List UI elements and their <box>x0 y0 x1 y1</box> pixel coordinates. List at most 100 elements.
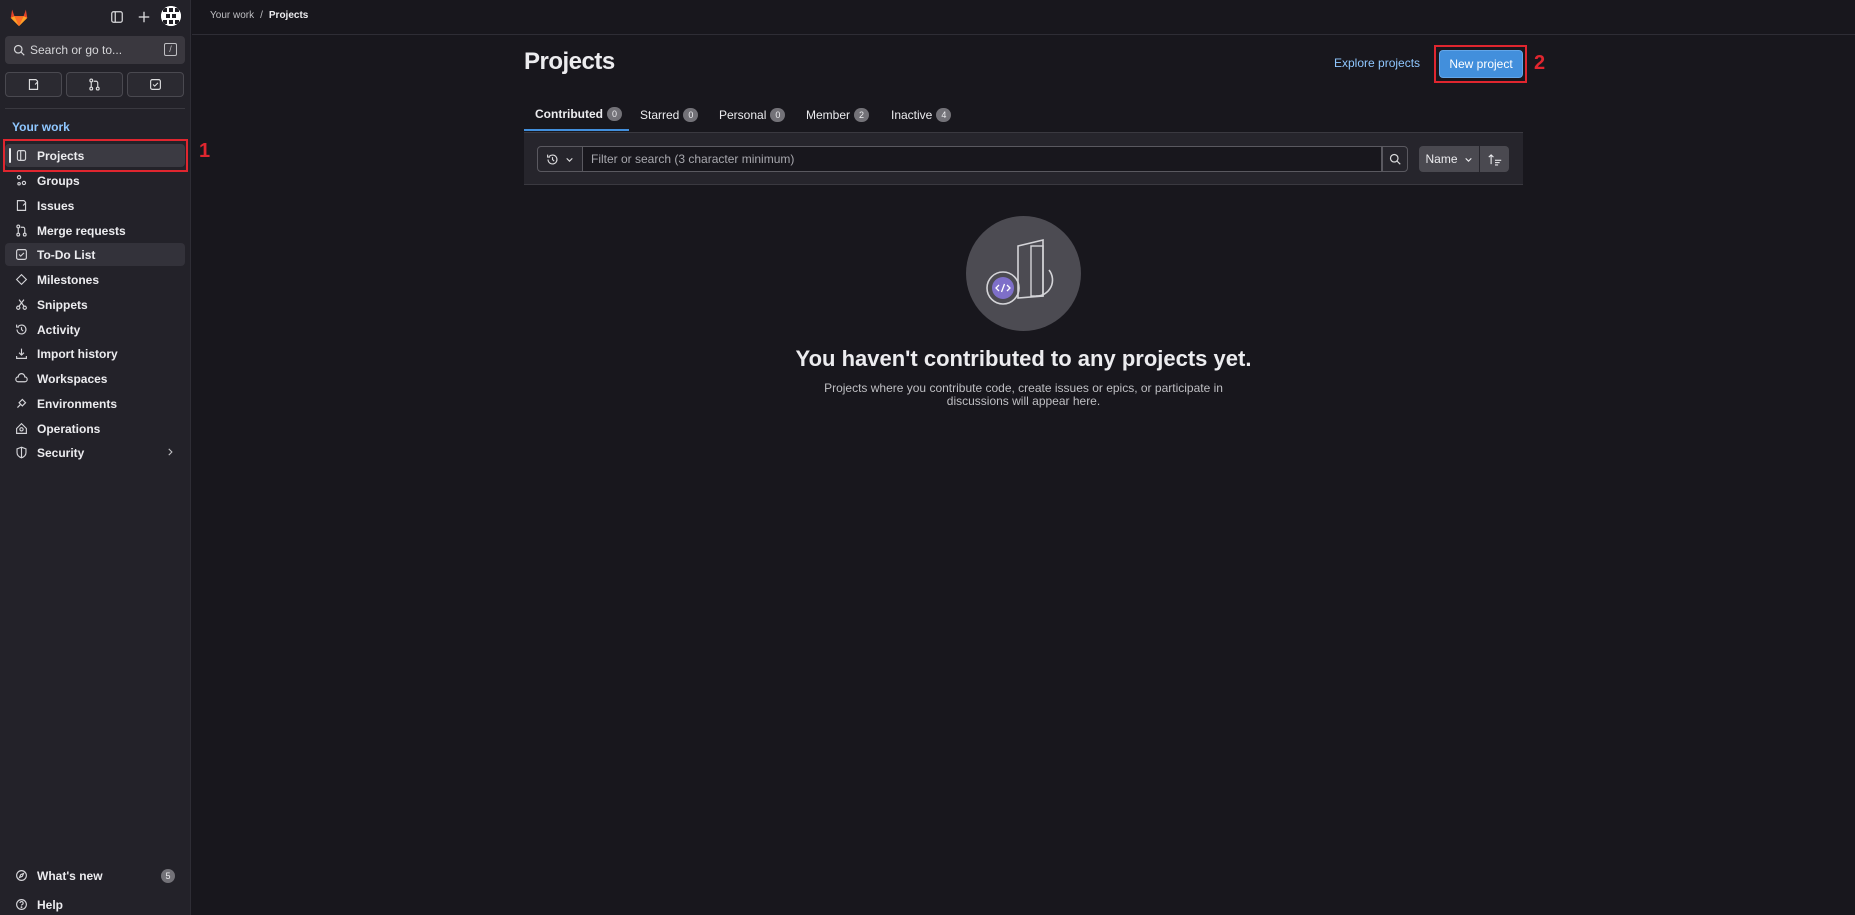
breadcrumb-projects[interactable]: Projects <box>269 10 308 21</box>
question-icon <box>13 897 29 913</box>
tab-count: 2 <box>854 107 870 122</box>
group-icon <box>13 173 29 189</box>
sidebar-item-label: Environments <box>37 396 118 411</box>
explore-projects-link[interactable]: Explore projects <box>1334 56 1420 70</box>
sidebar-item-groups[interactable]: Groups <box>5 169 185 192</box>
sidebar-item-label: To-Do List <box>37 247 96 262</box>
sidebar-top <box>0 0 191 34</box>
tab-contributed[interactable]: Contributed 0 <box>524 98 629 131</box>
breadcrumb: Your work / Projects <box>210 10 308 21</box>
sidebar-item-activity[interactable]: Activity <box>5 318 185 341</box>
merge-request-icon <box>89 78 100 91</box>
gitlab-logo[interactable] <box>8 6 30 28</box>
sidebar-toggle-icon[interactable] <box>107 7 127 27</box>
assigned-issues-button[interactable] <box>5 72 62 97</box>
annotation-number-2: 2 <box>1534 52 1546 74</box>
tab-count: 4 <box>936 107 952 122</box>
sidebar-item-operations[interactable]: Operations <box>5 417 185 440</box>
filter-bar: Filter or search (3 character minimum) N… <box>524 132 1523 185</box>
tab-inactive[interactable]: Inactive 4 <box>891 98 952 131</box>
merge-request-icon <box>13 223 29 239</box>
sidebar-item-label: Groups <box>37 173 80 188</box>
sidebar-item-environments[interactable]: Environments <box>5 392 185 415</box>
sort-direction-button[interactable] <box>1480 146 1509 172</box>
import-icon <box>13 346 29 362</box>
sidebar-item-todo-list[interactable]: To-Do List <box>5 243 185 266</box>
sidebar-item-label: Import history <box>37 346 118 361</box>
filter-search-input[interactable]: Filter or search (3 character minimum) <box>583 146 1382 172</box>
search-placeholder: Search or go to... <box>30 43 123 57</box>
compass-icon <box>13 868 29 884</box>
search-shortcut-key: / <box>164 43 177 56</box>
project-tabs: Contributed 0 Starred 0 Personal 0 Membe… <box>524 98 1523 131</box>
header-divider <box>192 34 1855 35</box>
whats-new-button[interactable]: What's new 5 <box>5 864 185 887</box>
tab-label: Starred <box>640 107 680 122</box>
help-label: Help <box>37 897 64 912</box>
tab-label: Contributed <box>535 106 603 121</box>
workspace-icon <box>13 371 29 387</box>
sort-ascending-icon <box>1487 153 1501 165</box>
todo-button[interactable] <box>127 72 184 97</box>
annotation-number-1: 1 <box>199 140 211 162</box>
sidebar-item-issues[interactable]: Issues <box>5 194 185 217</box>
todo-icon <box>13 247 29 263</box>
history-icon <box>547 153 558 165</box>
sidebar-item-snippets[interactable]: Snippets <box>5 293 185 316</box>
chevron-right-icon <box>165 446 175 460</box>
sidebar-divider <box>5 108 185 109</box>
tab-count: 0 <box>683 107 699 122</box>
sidebar-item-merge-requests[interactable]: Merge requests <box>5 219 185 242</box>
search-icon <box>13 44 25 56</box>
sidebar-item-label: Issues <box>37 198 75 213</box>
sidebar-item-security[interactable]: Security <box>5 441 185 464</box>
recent-searches-button[interactable] <box>537 146 583 172</box>
sidebar-item-label: Workspaces <box>37 371 108 386</box>
breadcrumb-your-work[interactable]: Your work <box>210 10 254 21</box>
sidebar-item-import-history[interactable]: Import history <box>5 342 185 365</box>
sidebar-item-milestones[interactable]: Milestones <box>5 268 185 291</box>
todo-icon <box>150 79 161 90</box>
milestone-icon <box>13 272 29 288</box>
whats-new-count: 5 <box>161 869 175 883</box>
search-button[interactable] <box>1382 146 1408 172</box>
sort-label: Name <box>1425 152 1458 166</box>
sidebar: Search or go to... / Your work Projects … <box>0 0 191 915</box>
shield-icon <box>13 445 29 461</box>
sidebar-item-workspaces[interactable]: Workspaces <box>5 367 185 390</box>
breadcrumb-separator: / <box>260 10 263 21</box>
issues-icon <box>13 198 29 214</box>
empty-state-title: You haven't contributed to any projects … <box>795 346 1252 371</box>
help-button[interactable]: Help <box>5 893 185 915</box>
sidebar-item-label: Milestones <box>37 272 100 287</box>
whats-new-label: What's new <box>37 868 103 883</box>
tab-label: Personal <box>719 107 767 122</box>
search-input[interactable]: Search or go to... / <box>5 36 185 64</box>
chevron-down-icon <box>566 157 573 162</box>
tab-starred[interactable]: Starred 0 <box>640 98 699 131</box>
sidebar-item-label: Merge requests <box>37 223 126 238</box>
annotation-box-1 <box>3 139 188 172</box>
sidebar-section-title: Your work <box>12 120 70 134</box>
plus-icon[interactable] <box>134 7 154 27</box>
annotation-box-2 <box>1434 45 1527 83</box>
search-icon <box>1389 153 1401 165</box>
avatar[interactable] <box>161 6 181 26</box>
sidebar-item-label: Operations <box>37 421 101 436</box>
tab-member[interactable]: Member 2 <box>806 98 870 131</box>
issues-icon <box>28 79 39 90</box>
empty-state-illustration <box>966 216 1081 331</box>
sort-dropdown[interactable]: Name <box>1419 146 1479 172</box>
tab-count: 0 <box>607 106 622 121</box>
tab-count: 0 <box>770 107 786 122</box>
sidebar-item-label: Snippets <box>37 297 88 312</box>
tab-label: Member <box>806 107 851 122</box>
snippet-icon <box>13 297 29 313</box>
sidebar-item-label: Security <box>37 445 85 460</box>
tab-personal[interactable]: Personal 0 <box>719 98 786 131</box>
tab-label: Inactive <box>891 107 933 122</box>
history-icon <box>13 322 29 338</box>
chevron-down-icon <box>1464 157 1472 162</box>
merge-requests-button[interactable] <box>66 72 123 97</box>
environment-icon <box>13 396 29 412</box>
